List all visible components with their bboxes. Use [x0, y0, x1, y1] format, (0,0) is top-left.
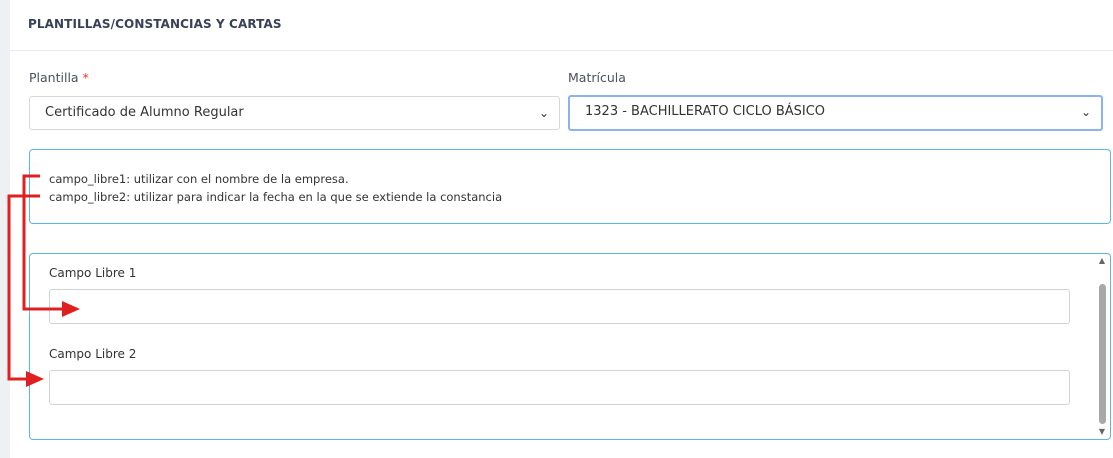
annotation-arrowhead-2 — [26, 371, 44, 387]
annotation-arrowhead-1 — [62, 301, 80, 317]
annotation-arrows — [7, 174, 80, 387]
